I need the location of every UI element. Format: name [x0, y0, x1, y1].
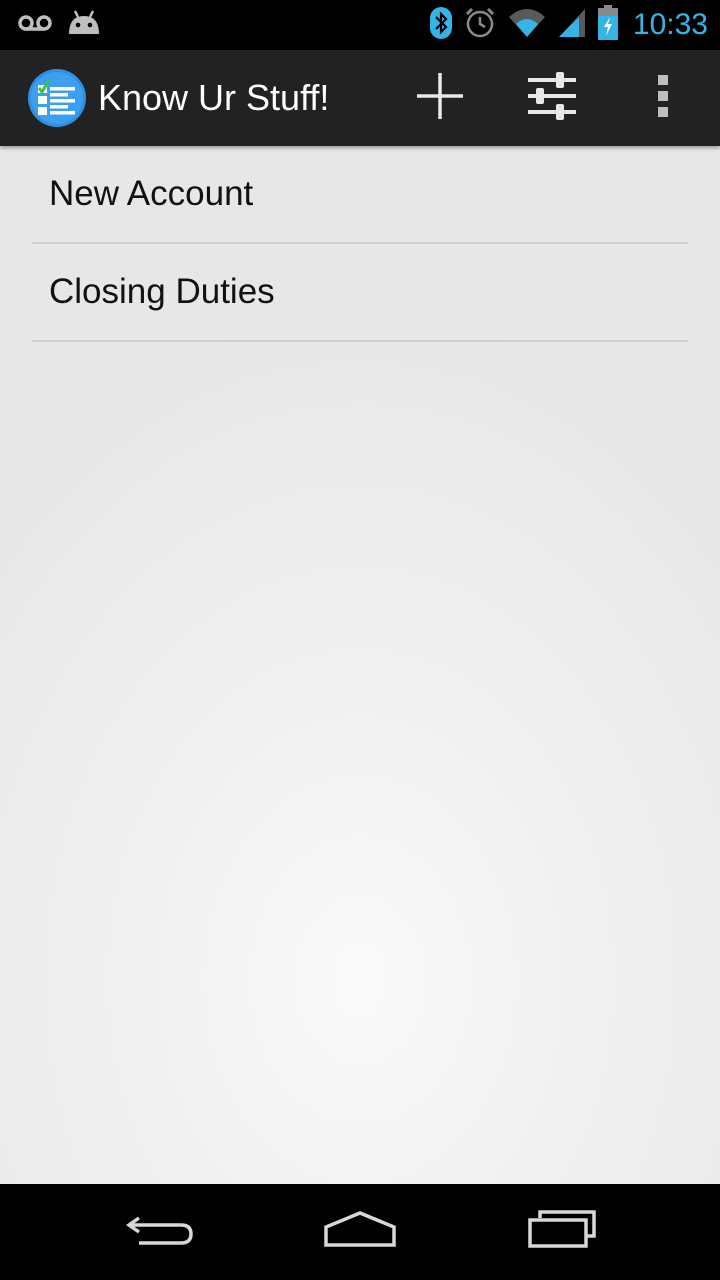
app-screen: 10:33 Know Ur Stuff! New Account Closing…	[0, 0, 720, 1280]
list-item[interactable]: Closing Duties	[32, 244, 688, 342]
recent-apps-icon	[526, 1209, 598, 1255]
recent-apps-button[interactable]	[492, 1184, 632, 1280]
checklist-list: New Account Closing Duties	[32, 146, 688, 342]
add-button[interactable]	[396, 50, 484, 146]
list-item-label: New Account	[49, 174, 254, 213]
home-icon	[322, 1209, 398, 1256]
list-item[interactable]: New Account	[32, 146, 688, 244]
settings-button[interactable]	[508, 50, 596, 146]
android-debug-icon	[66, 8, 102, 43]
overflow-menu-button[interactable]	[628, 50, 698, 146]
status-bar: 10:33	[0, 0, 720, 50]
status-right-icons: 10:33	[429, 4, 708, 46]
wifi-icon	[507, 7, 547, 44]
add-icon	[415, 71, 465, 126]
app-title: Know Ur Stuff!	[98, 77, 330, 118]
voicemail-icon	[18, 13, 52, 38]
navigation-bar	[0, 1184, 720, 1280]
settings-sliders-icon	[526, 70, 578, 127]
status-left-icons	[18, 8, 102, 42]
overflow-menu-icon	[657, 74, 669, 123]
signal-icon	[557, 7, 587, 44]
checklist-app-icon[interactable]	[27, 68, 87, 128]
battery-charging-icon	[597, 4, 619, 46]
status-time: 10:33	[632, 8, 708, 41]
back-button[interactable]	[90, 1184, 230, 1280]
alarm-icon	[463, 6, 497, 45]
bluetooth-icon	[429, 6, 453, 45]
home-button[interactable]	[290, 1184, 430, 1280]
back-icon	[125, 1210, 195, 1255]
list-item-label: Closing Duties	[49, 272, 275, 311]
action-bar: Know Ur Stuff!	[0, 50, 720, 146]
